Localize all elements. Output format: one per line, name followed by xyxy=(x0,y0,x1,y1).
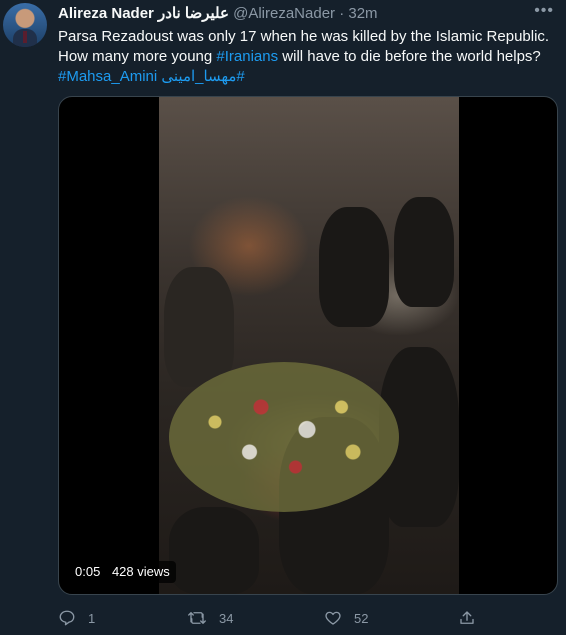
video-frame[interactable] xyxy=(159,97,459,594)
retweet-button[interactable]: 34 xyxy=(187,607,233,629)
tweet-text-pre: How many more young xyxy=(58,48,217,65)
reply-icon xyxy=(58,609,76,627)
tweet-time[interactable]: 32m xyxy=(348,5,377,22)
avatar-tie xyxy=(23,31,27,43)
hashtag-iranians[interactable]: #Iranians xyxy=(216,48,278,65)
avatar[interactable] xyxy=(3,3,47,47)
like-button[interactable]: 52 xyxy=(324,607,368,629)
flower-wreath xyxy=(169,362,399,512)
tweet-text-post: will have to die before the world helps? xyxy=(278,48,541,65)
mourner-figure xyxy=(169,507,259,594)
like-icon xyxy=(324,609,342,627)
mourner-figure xyxy=(164,267,234,387)
share-button[interactable] xyxy=(458,607,476,629)
reply-button[interactable]: 1 xyxy=(58,607,95,629)
like-count: 52 xyxy=(354,610,369,626)
video-duration: 0:05 xyxy=(75,564,101,579)
video-player[interactable]: 0:05 428 views xyxy=(58,96,558,595)
tweet-text: Parsa Rezadoust was only 17 when he was … xyxy=(58,27,558,87)
mourner-figure xyxy=(394,197,454,307)
author-handle[interactable]: @AlirezaNader xyxy=(233,5,335,22)
author-name[interactable]: Alireza Nader علیرضا نادر xyxy=(58,5,229,22)
more-icon[interactable]: ••• xyxy=(534,2,554,20)
tweet-text-line-3: #Mahsa_Amini #مهسا_امینی xyxy=(58,67,558,87)
retweet-icon xyxy=(187,609,207,627)
video-stats: 0:05 428 views xyxy=(69,561,176,583)
reply-count: 1 xyxy=(88,610,96,626)
hashtag-mahsa-amini[interactable]: #Mahsa_Amini xyxy=(58,68,157,85)
hashtag-mahsa-amini-fa[interactable]: #مهسا_امینی xyxy=(161,68,244,85)
video-views: 428 views xyxy=(111,564,170,579)
action-bar: 1 34 52 xyxy=(58,607,518,629)
tweet-text-line-1: Parsa Rezadoust was only 17 when he was … xyxy=(58,28,550,45)
tweet-header: Alireza Nader علیرضا نادر @AlirezaNader … xyxy=(58,5,526,23)
mourner-figure xyxy=(319,207,389,327)
tweet-text-line-2: How many more young #Iranians will have … xyxy=(58,47,558,67)
share-icon xyxy=(458,609,476,627)
retweet-count: 34 xyxy=(219,610,234,626)
separator: · xyxy=(339,5,345,22)
tweet[interactable]: Alireza Nader علیرضا نادر @AlirezaNader … xyxy=(0,0,566,635)
